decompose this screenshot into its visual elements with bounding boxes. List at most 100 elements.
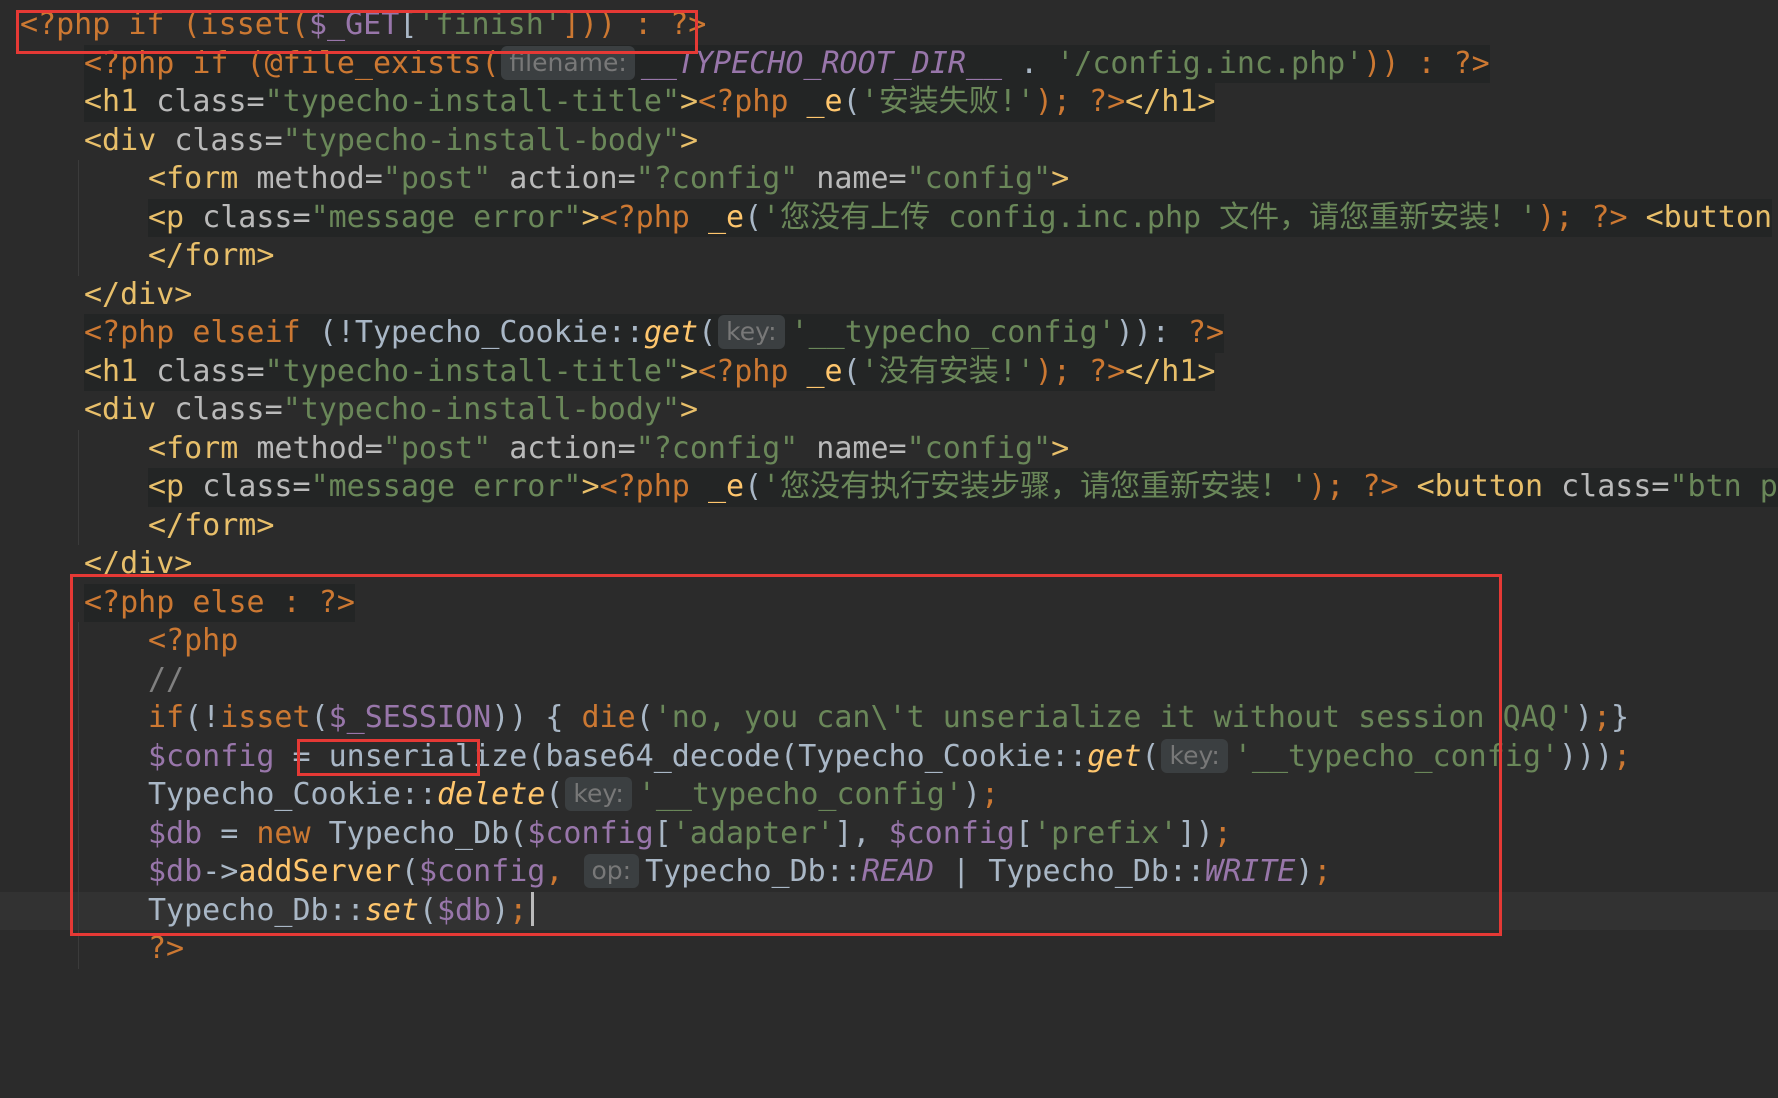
parameter-hint: key: — [1161, 738, 1228, 773]
code-token: > — [1051, 430, 1070, 466]
code-token: </h1> — [1125, 84, 1216, 119]
code-token: die — [581, 700, 636, 735]
code-token: ( — [310, 700, 329, 735]
code-line[interactable]: <div class="typecho-install-body"> — [0, 122, 1778, 161]
code-token: get — [643, 315, 699, 350]
code-token: isset — [220, 700, 311, 735]
code-token: , — [545, 854, 582, 889]
code-token: name= — [798, 430, 907, 466]
indent-guide — [78, 429, 79, 545]
code-token: get — [1087, 738, 1142, 774]
code-token: $_SESSION — [328, 700, 492, 735]
code-token: "post" — [382, 161, 492, 196]
code-token: <?php else : ?> — [84, 584, 355, 620]
code-token: action= — [491, 161, 636, 196]
code-text: <div class="typecho-install-body"> — [84, 391, 698, 430]
code-line[interactable]: </form> — [0, 237, 1778, 276]
code-text: $db->addServer($config, op: Typecho_Db::R… — [148, 853, 1331, 892]
code-line[interactable]: </div> — [0, 545, 1778, 584]
code-token: > — [1051, 161, 1070, 196]
code-token: ; — [980, 777, 1000, 812]
code-token: <p — [148, 469, 203, 504]
code-token: ); ?> — [1034, 353, 1126, 389]
code-line[interactable]: <h1 class="typecho-install-title"><?php … — [0, 83, 1778, 122]
code-token: <?php if (isset( — [20, 7, 309, 42]
code-token: $config — [418, 854, 546, 889]
code-token: 'no, you can\'t unserialize it without s… — [653, 700, 1575, 735]
code-token: )) : ?> — [1363, 45, 1490, 81]
code-line[interactable]: <p class="message error"><?php _e('您没有执行… — [0, 468, 1778, 507]
code-token: "message error" — [310, 199, 582, 235]
code-line[interactable]: <?php if (@file_exists(filename: __TYPECH… — [0, 44, 1778, 83]
code-line[interactable]: <div class="typecho-install-body"> — [0, 391, 1778, 430]
code-token: if — [148, 700, 185, 735]
code-token: class= — [156, 84, 265, 119]
code-text: <p class="message error"><?php _e('您没有执行… — [148, 468, 1778, 507]
code-token: | Typecho_Db:: — [934, 854, 1206, 889]
code-line[interactable]: </div> — [0, 276, 1778, 315]
code-token: </h1> — [1125, 353, 1216, 389]
code-line[interactable]: </form> — [0, 507, 1778, 546]
code-line[interactable]: <?php — [0, 622, 1778, 661]
code-token: <?php if (@file_exists( — [84, 45, 500, 81]
code-line[interactable]: <p class="message error"><?php _e('您没有上传… — [0, 198, 1778, 237]
code-line[interactable]: ?> — [0, 930, 1778, 969]
code-token: ; — [1213, 815, 1232, 851]
code-token: "typecho-install-title" — [264, 84, 681, 119]
code-token: (! — [184, 700, 221, 735]
code-token: ; — [1592, 700, 1612, 735]
code-token: '__typecho_config' — [637, 777, 963, 812]
code-token: ; — [1613, 738, 1632, 774]
code-text: <form method="post" action="?config" nam… — [148, 160, 1069, 199]
code-line[interactable]: <?php elseif (!Typecho_Cookie::get(key: '… — [0, 314, 1778, 353]
code-token: class= — [174, 392, 283, 427]
code-token: <?php — [599, 199, 708, 235]
code-text: $db = new Typecho_Db($config['adapter'],… — [148, 815, 1232, 854]
code-line[interactable]: <h1 class="typecho-install-title"><?php … — [0, 352, 1778, 391]
code-line[interactable]: $db->addServer($config, op: Typecho_Db::R… — [0, 853, 1778, 892]
code-token: Typecho_Db:: — [148, 892, 365, 928]
code-token: 'adapter' — [671, 815, 835, 851]
code-line[interactable]: <?php else : ?> — [0, 583, 1778, 622]
code-line[interactable]: $db = new Typecho_Db($config['adapter'],… — [0, 815, 1778, 854]
code-token: $db — [148, 815, 203, 851]
code-text: <h1 class="typecho-install-title"><?php … — [84, 83, 1216, 122]
code-text: Typecho_Cookie::delete(key: '__typecho_co… — [148, 776, 999, 815]
code-token: ( — [545, 777, 564, 812]
code-line[interactable]: // — [0, 661, 1778, 700]
code-token: <button — [1627, 199, 1773, 235]
code-text: ?> — [148, 930, 184, 969]
code-line[interactable]: Typecho_Cookie::delete(key: '__typecho_co… — [0, 776, 1778, 815]
code-token: ( — [418, 892, 437, 928]
code-line[interactable]: if(!isset($_SESSION)) { die('no, you can… — [0, 699, 1778, 738]
code-line[interactable]: $config = unserialize(base64_decode(Type… — [0, 738, 1778, 777]
code-line[interactable]: Typecho_Db::set($db); — [0, 891, 1778, 930]
code-editor[interactable]: <?php if (isset($_GET['finish'])) : ?> <?… — [0, 0, 1778, 1098]
code-token: class= — [1561, 469, 1670, 504]
code-text: <form method="post" action="?config" nam… — [148, 430, 1069, 469]
code-token: [ — [399, 7, 418, 42]
code-text: // — [148, 661, 184, 700]
code-token: delete — [436, 777, 546, 812]
code-token: Typecho_Db( — [328, 815, 528, 851]
code-token: $db — [148, 854, 203, 889]
code-line[interactable]: <form method="post" action="?config" nam… — [0, 160, 1778, 199]
code-token: )): — [1115, 315, 1188, 350]
code-text: </form> — [148, 237, 274, 276]
code-token: READ — [861, 854, 935, 889]
code-token: $config — [148, 738, 275, 774]
code-token: )) { — [491, 700, 582, 735]
code-token: </div> — [84, 276, 193, 312]
code-token: ( — [744, 199, 763, 235]
code-token: '__typecho_config' — [1233, 738, 1559, 774]
code-token: <?php — [599, 469, 708, 504]
code-token: <p — [148, 199, 203, 235]
code-text: if(!isset($_SESSION)) { die('no, you can… — [148, 699, 1629, 738]
code-line[interactable]: <form method="post" action="?config" nam… — [0, 430, 1778, 469]
code-token: 'finish' — [417, 7, 562, 42]
code-token: <h1 — [84, 353, 157, 389]
code-line[interactable]: <?php if (isset($_GET['finish'])) : ?> — [0, 6, 1778, 45]
code-token: (base64_decode(Typecho_Cookie:: — [527, 738, 1088, 774]
code-token: > — [680, 84, 699, 119]
code-token: WRITE — [1205, 854, 1296, 889]
